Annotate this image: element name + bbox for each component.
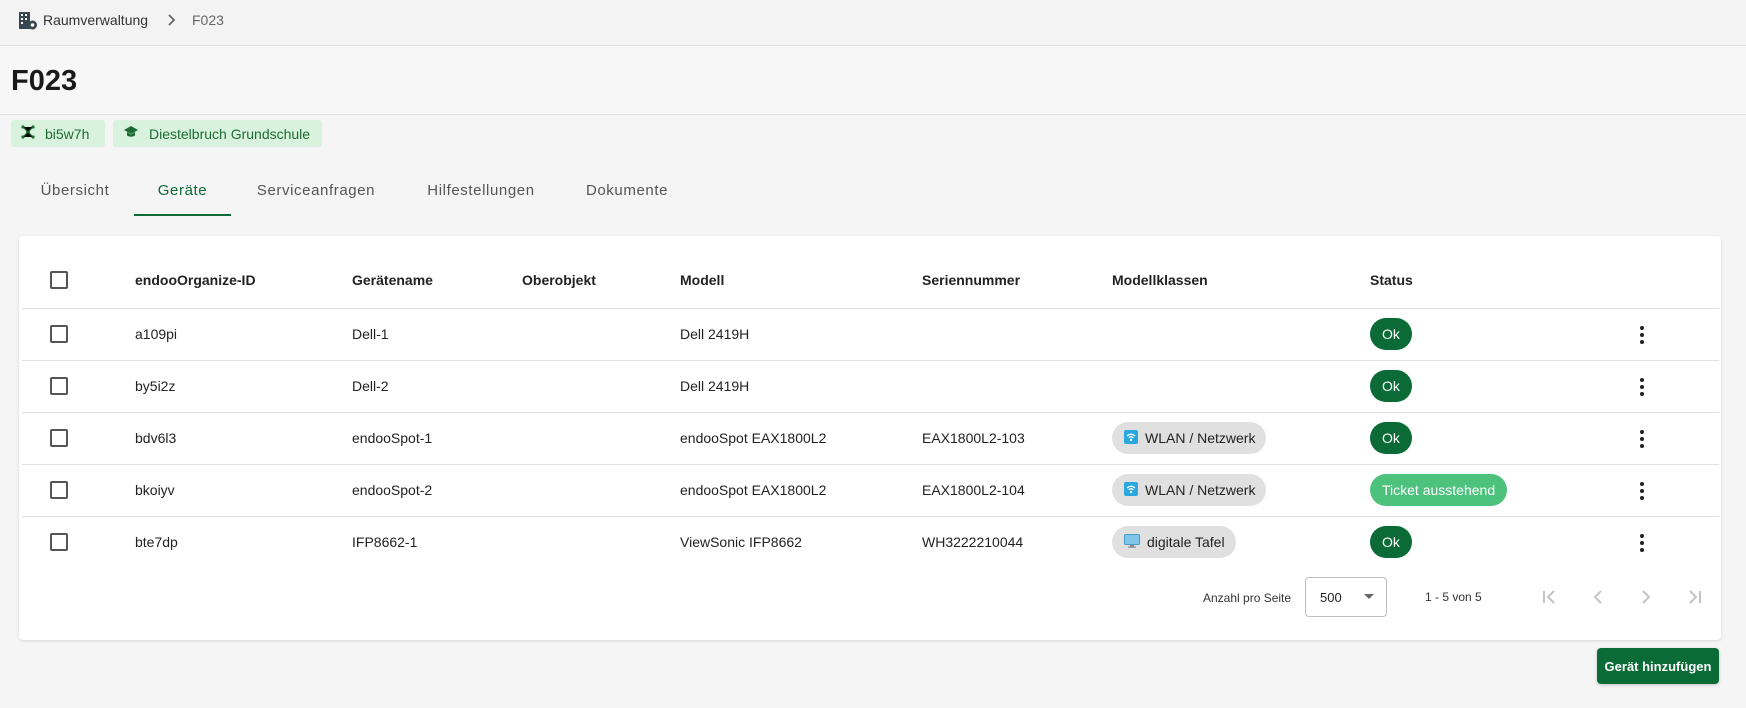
wifi-icon — [1124, 481, 1138, 499]
status-badge: Ticket ausstehend — [1370, 474, 1508, 506]
tab-dokumente[interactable]: Dokumente — [583, 170, 671, 216]
title-area: F023 — [0, 46, 1746, 115]
cell-model: endooSpot EAX1800L2 — [680, 430, 827, 446]
network-icon — [21, 125, 35, 142]
column-header-serial[interactable]: Seriennummer — [922, 272, 1020, 288]
row-checkbox[interactable] — [50, 377, 68, 395]
row-checkbox[interactable] — [50, 533, 68, 551]
cell-id: bkoiyv — [135, 482, 175, 498]
table-row[interactable]: by5i2z Dell-2 Dell 2419H Ok — [22, 360, 1719, 413]
next-page-icon[interactable] — [1634, 585, 1658, 609]
breadcrumb-home-link[interactable]: Raumverwaltung — [43, 12, 148, 28]
cell-serial: EAX1800L2-104 — [922, 482, 1025, 498]
model-class-label: WLAN / Netzwerk — [1145, 482, 1256, 498]
chip-label: Diestelbruch Grundschule — [149, 125, 311, 142]
model-class-label: WLAN / Netzwerk — [1145, 430, 1256, 446]
select-all-checkbox[interactable] — [50, 271, 68, 289]
column-header-status[interactable]: Status — [1370, 272, 1413, 288]
more-vert-icon[interactable] — [1634, 325, 1650, 345]
chip-network-id: bi5w7h — [11, 120, 105, 147]
tab-uebersicht[interactable]: Übersicht — [34, 170, 116, 216]
column-header-id[interactable]: endooOrganize-ID — [135, 272, 256, 288]
more-vert-icon[interactable] — [1634, 481, 1650, 501]
devices-table-card: endooOrganize-ID Gerätename Oberobjekt M… — [19, 236, 1721, 640]
per-page-value: 500 — [1320, 590, 1342, 605]
column-header-classes[interactable]: Modellklassen — [1112, 272, 1208, 288]
status-badge: Ok — [1370, 422, 1412, 454]
monitor-icon — [1124, 533, 1140, 551]
model-class-tag: digitale Tafel — [1112, 526, 1236, 558]
more-vert-icon[interactable] — [1634, 377, 1650, 397]
school-icon — [123, 125, 139, 142]
status-badge: Ok — [1370, 318, 1412, 350]
cell-name: Dell-1 — [352, 326, 389, 342]
tab-geraete[interactable]: Geräte — [134, 170, 231, 216]
top-bar: Raumverwaltung F023 — [0, 0, 1746, 46]
cell-name: endooSpot-2 — [352, 482, 433, 498]
per-page-select[interactable]: 500 — [1305, 577, 1387, 617]
model-class-tag: WLAN / Netzwerk — [1112, 474, 1267, 506]
chip-label: bi5w7h — [45, 125, 90, 142]
page-title: F023 — [11, 65, 78, 97]
cell-name: endooSpot-1 — [352, 430, 433, 446]
column-header-name[interactable]: Gerätename — [352, 272, 433, 288]
more-vert-icon[interactable] — [1634, 533, 1650, 553]
table-row[interactable]: bte7dp IFP8662-1 ViewSonic IFP8662 WH322… — [22, 516, 1719, 569]
add-device-button[interactable]: Gerät hinzufügen — [1597, 648, 1719, 684]
cell-model: Dell 2419H — [680, 378, 750, 394]
cell-model: Dell 2419H — [680, 326, 750, 342]
column-header-parent[interactable]: Oberobjekt — [522, 272, 596, 288]
cell-id: by5i2z — [135, 378, 176, 394]
chevron-right-icon — [166, 13, 178, 32]
row-checkbox[interactable] — [50, 429, 68, 447]
status-badge: Ok — [1370, 526, 1412, 558]
more-vert-icon[interactable] — [1634, 429, 1650, 449]
building-settings-icon — [18, 11, 38, 36]
cell-id: a109pi — [135, 326, 178, 342]
cell-name: IFP8662-1 — [352, 534, 418, 550]
cell-name: Dell-2 — [352, 378, 389, 394]
table-row[interactable]: a109pi Dell-1 Dell 2419H Ok — [22, 308, 1719, 361]
last-page-icon[interactable] — [1682, 585, 1706, 609]
per-page-label: Anzahl pro Seite — [1203, 591, 1292, 605]
table-row[interactable]: bkoiyv endooSpot-2 endooSpot EAX1800L2 E… — [22, 464, 1719, 517]
cell-model: endooSpot EAX1800L2 — [680, 482, 827, 498]
wifi-icon — [1124, 429, 1138, 447]
breadcrumb-current: F023 — [192, 12, 224, 28]
tab-hilfestellungen[interactable]: Hilfestellungen — [421, 170, 541, 216]
column-header-model[interactable]: Modell — [680, 272, 724, 288]
cell-serial: WH3222210044 — [922, 534, 1024, 550]
cell-id: bte7dp — [135, 534, 178, 550]
cell-serial: EAX1800L2-103 — [922, 430, 1025, 446]
tab-serviceanfragen[interactable]: Serviceanfragen — [251, 170, 381, 216]
model-class-label: digitale Tafel — [1147, 534, 1225, 550]
first-page-icon[interactable] — [1538, 585, 1562, 609]
dropdown-arrow-icon — [1364, 594, 1374, 599]
table-row[interactable]: bdv6l3 endooSpot-1 endooSpot EAX1800L2 E… — [22, 412, 1719, 465]
status-badge: Ok — [1370, 370, 1412, 402]
cell-id: bdv6l3 — [135, 430, 177, 446]
page-range: 1 - 5 von 5 — [1425, 590, 1482, 604]
row-checkbox[interactable] — [50, 325, 68, 343]
previous-page-icon[interactable] — [1586, 585, 1610, 609]
model-class-tag: WLAN / Netzwerk — [1112, 422, 1267, 454]
row-checkbox[interactable] — [50, 481, 68, 499]
cell-model: ViewSonic IFP8662 — [680, 534, 802, 550]
chip-school: Diestelbruch Grundschule — [113, 120, 322, 147]
